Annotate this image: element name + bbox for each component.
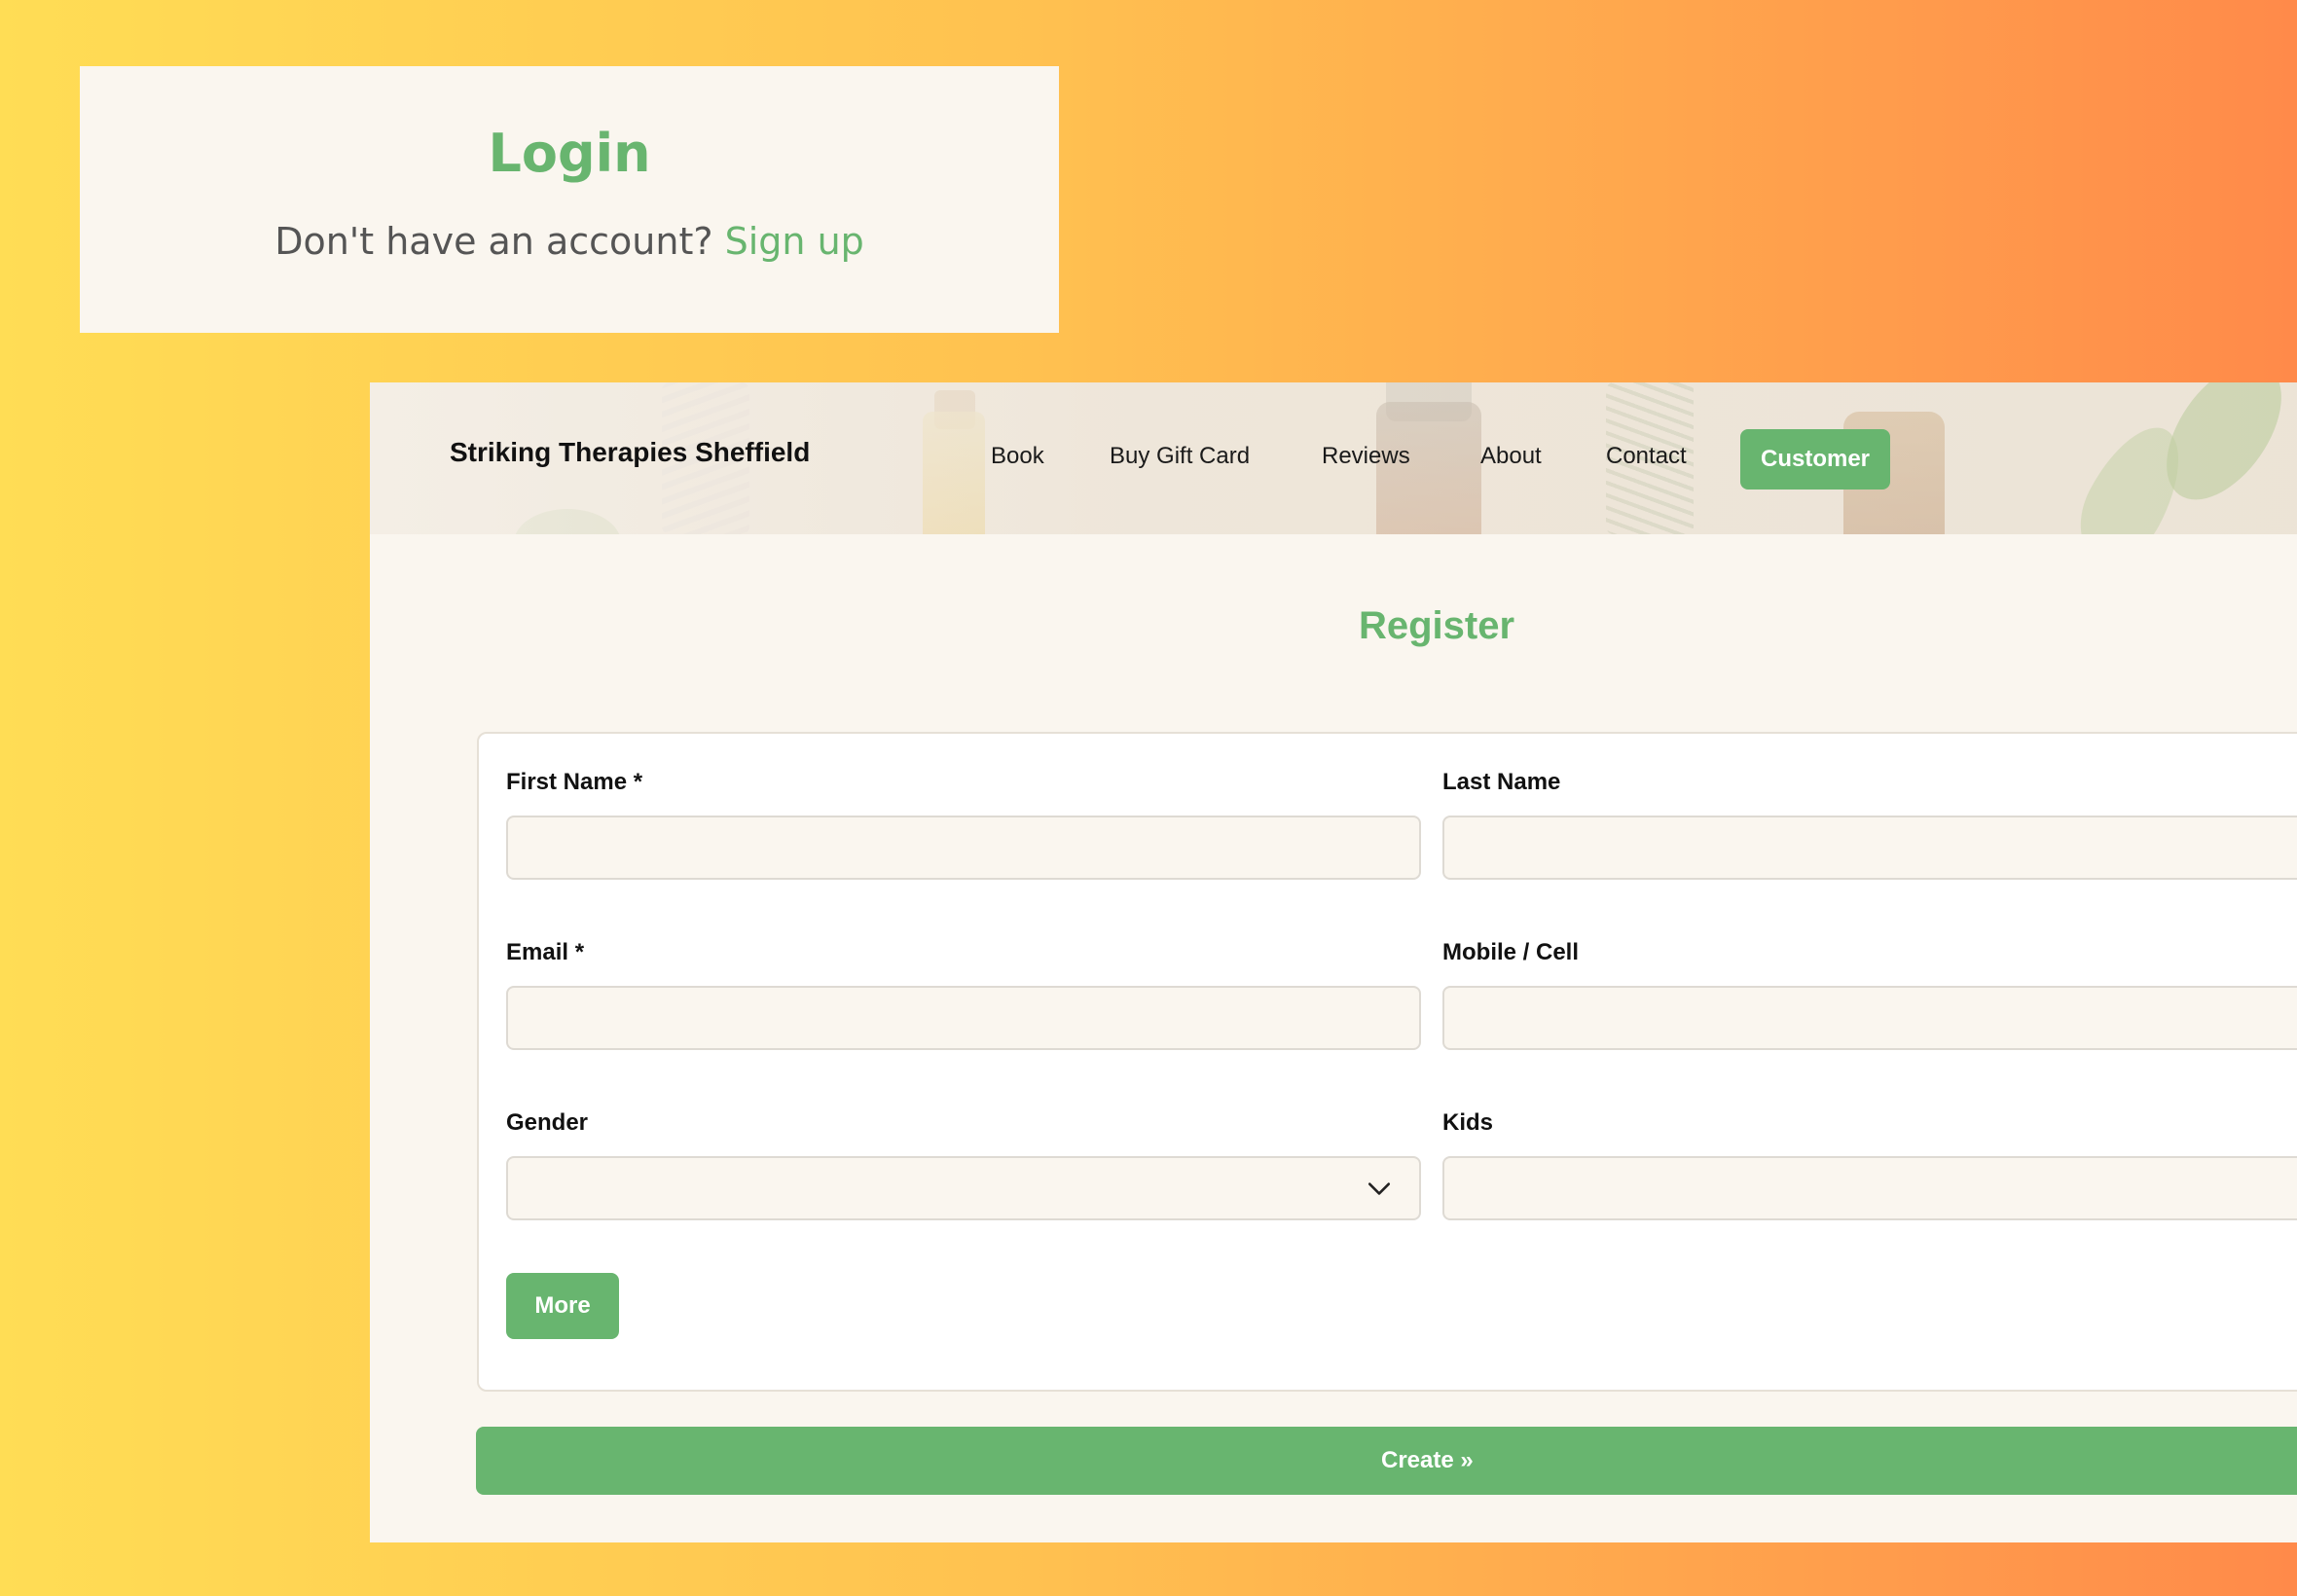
gender-label: Gender <box>506 1109 589 1136</box>
site-brand[interactable]: Striking Therapies Sheffield <box>450 437 810 468</box>
last-name-label: Last Name <box>1442 769 1561 795</box>
email-label: Email * <box>506 939 585 965</box>
email-field[interactable] <box>506 986 1421 1050</box>
chevron-down-icon <box>1367 1182 1391 1195</box>
signup-prompt: Don't have an account? Sign up <box>80 220 1059 263</box>
site-header: Striking Therapies Sheffield Book Buy Gi… <box>370 382 2297 534</box>
register-form: First Name * Last Name Email * Mobile / … <box>477 732 2297 1392</box>
login-title: Login <box>488 123 651 184</box>
kids-field[interactable] <box>1442 1156 2297 1220</box>
login-card: Login Don't have an account? Sign up <box>80 66 1059 333</box>
signup-prompt-text: Don't have an account? <box>274 220 713 263</box>
site-window: Striking Therapies Sheffield Book Buy Gi… <box>370 382 2297 1542</box>
gender-select[interactable] <box>506 1156 1421 1220</box>
register-title: Register <box>1358 604 1515 647</box>
nav-item-contact[interactable]: Contact <box>1606 443 1687 470</box>
first-name-field[interactable] <box>506 816 1421 880</box>
first-name-label: First Name * <box>506 769 643 795</box>
last-name-field[interactable] <box>1442 816 2297 880</box>
signup-link[interactable]: Sign up <box>725 220 864 263</box>
create-button[interactable]: Create » <box>476 1427 2297 1495</box>
mobile-label: Mobile / Cell <box>1442 939 1580 965</box>
kids-label: Kids <box>1442 1109 1494 1136</box>
nav-item-reviews[interactable]: Reviews <box>1322 443 1410 470</box>
nav-item-buy-gift-card[interactable]: Buy Gift Card <box>1110 443 1250 470</box>
more-button[interactable]: More <box>506 1273 619 1339</box>
nav-item-about[interactable]: About <box>1480 443 1542 470</box>
mobile-field[interactable] <box>1442 986 2297 1050</box>
customer-button[interactable]: Customer <box>1740 429 1890 490</box>
nav-item-book[interactable]: Book <box>991 443 1044 470</box>
